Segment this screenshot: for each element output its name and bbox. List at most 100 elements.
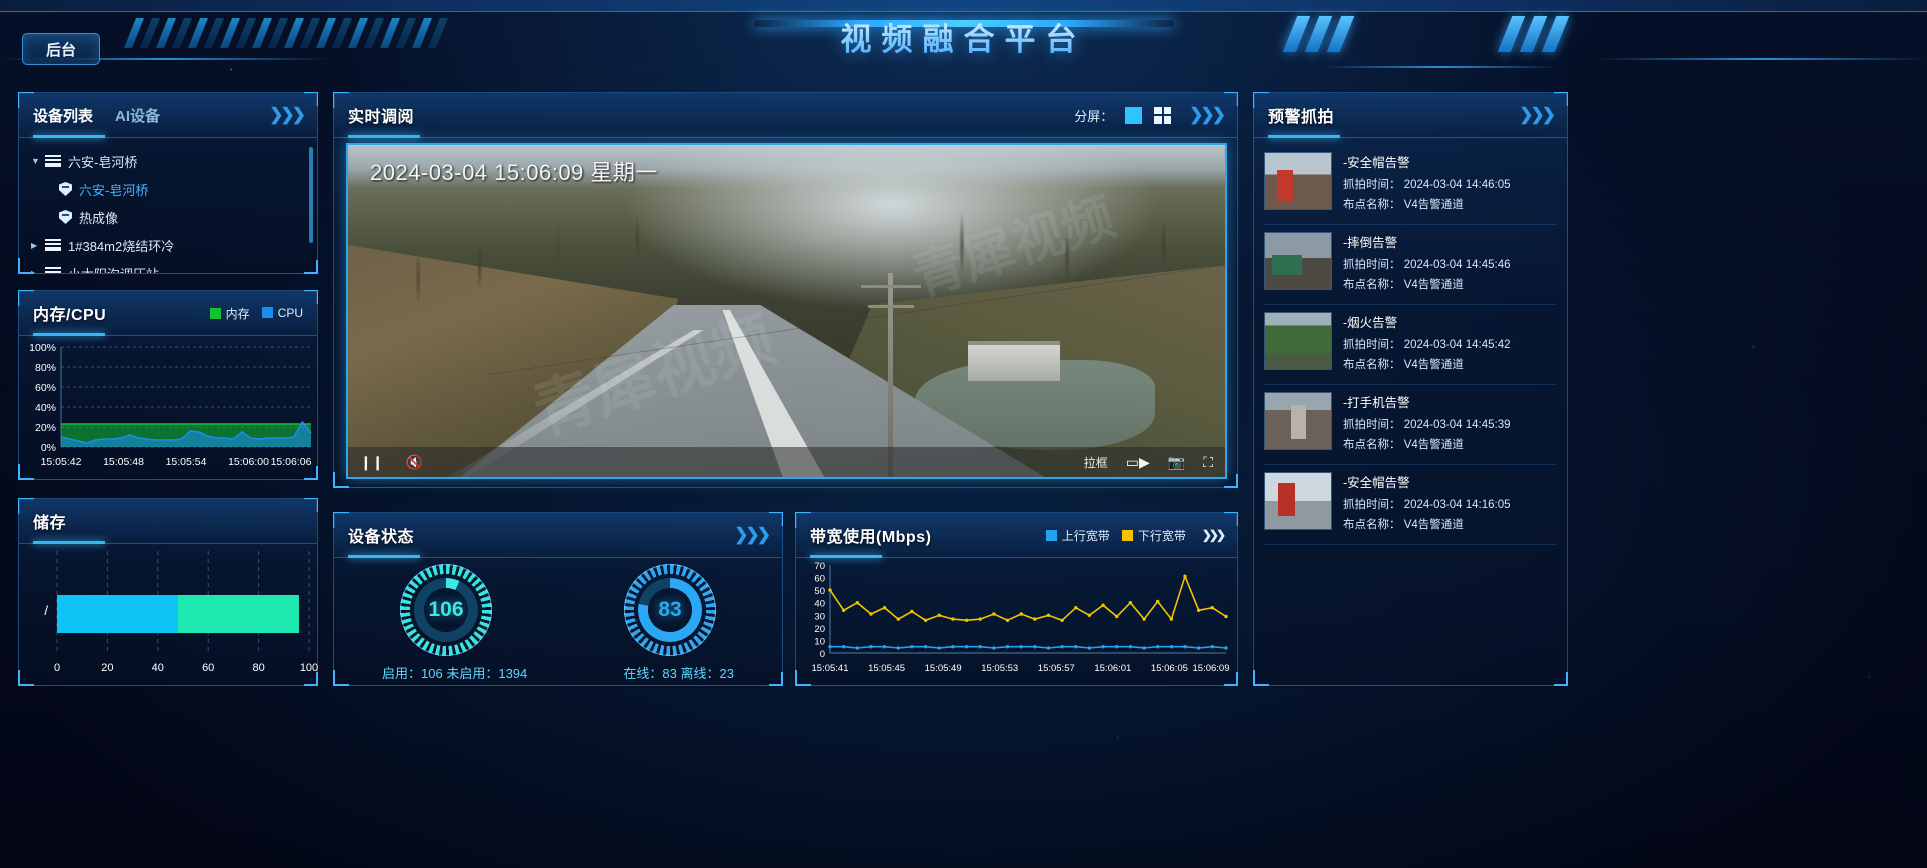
- alert-text-block: -打手机告警 抓拍时间： 2024-03-04 14:45:39 布点名称： V4告…: [1343, 392, 1557, 456]
- device-list-panel: 设备列表 AI设备 ❯❯❯ 六安-皂河桥 六安-皂河桥 热成像 1#384m2烧…: [18, 92, 318, 274]
- tree-node-label: 六安-皂河桥: [68, 154, 138, 170]
- device-status-more-icon[interactable]: ❯❯❯: [734, 525, 771, 545]
- tab-ai-device[interactable]: AI设备: [115, 105, 160, 126]
- svg-text:15:05:54: 15:05:54: [166, 456, 207, 468]
- svg-text:20: 20: [101, 662, 113, 674]
- tree-node-label: 热成像: [79, 210, 119, 226]
- video-player[interactable]: 2024-03-04 15:06:09 星期一 青犀视频 青犀视频 ❙❙ 🔇 拉…: [346, 143, 1227, 479]
- app-header: 视频融合平台 后台: [0, 0, 1927, 78]
- tab-device-list[interactable]: 设备列表: [33, 105, 93, 126]
- svg-text:80: 80: [252, 662, 264, 674]
- alert-point: 布点名称： V4告警通道: [1343, 439, 1464, 451]
- alert-list-item[interactable]: -摔倒告警 抓拍时间： 2024-03-04 14:45:46 布点名称： V4告警…: [1264, 225, 1557, 305]
- video-trees: [348, 145, 1225, 477]
- alert-list-item[interactable]: -安全帽告警 抓拍时间： 2024-03-04 14:46:05 布点名称： V4告…: [1264, 145, 1557, 225]
- alert-capture-more-icon[interactable]: ❯❯❯: [1519, 105, 1556, 125]
- svg-text:15:06:01: 15:06:01: [1094, 663, 1131, 674]
- server-icon: [45, 239, 61, 251]
- svg-text:0: 0: [54, 662, 60, 674]
- device-status-title: 设备状态: [348, 529, 415, 546]
- alert-list-item[interactable]: -安全帽告警 抓拍时间： 2024-03-04 14:16:05 布点名称： V4告…: [1264, 465, 1557, 545]
- bandwidth-more-icon[interactable]: ❯❯❯: [1202, 528, 1226, 542]
- bandwidth-legend: 上行宽带 下行宽带 ❯❯❯: [1045, 527, 1226, 544]
- thumb-fall-image: [1265, 233, 1331, 289]
- split-1-button[interactable]: [1125, 106, 1143, 124]
- alert-title: -烟火告警: [1343, 316, 1398, 330]
- tree-node-group[interactable]: 小太阳沟调压站: [31, 259, 309, 273]
- svg-text:15:06:06: 15:06:06: [271, 456, 312, 468]
- memory-cpu-panel: 内存/CPU 内存 CPU 100% 80% 60% 40% 20% 0% 15:05:42…: [18, 290, 318, 480]
- enabled-gauge-value: 106: [428, 598, 464, 621]
- legend-swatch-upload: [1045, 529, 1057, 541]
- alert-time: 抓拍时间： 2024-03-04 14:45:46: [1343, 259, 1511, 271]
- svg-text:15:05:49: 15:05:49: [925, 663, 962, 674]
- live-view-header: 实时调阅 分屏： ❯❯❯: [334, 93, 1237, 138]
- camera-icon[interactable]: 📷: [1168, 454, 1185, 471]
- memory-cpu-svg: 100% 80% 60% 40% 20% 0% 15:05:42 15:05:48 15:05:…: [29, 342, 312, 468]
- device-list-more-icon[interactable]: ❯❯❯: [269, 105, 306, 125]
- online-gauge: 83: [619, 559, 721, 661]
- storage-title: 储存: [33, 515, 67, 532]
- storage-svg: 0 20 40 60 80 100 /: [44, 551, 318, 674]
- backstage-button[interactable]: 后台: [22, 33, 100, 65]
- tree-node-camera-selected[interactable]: 六安-皂河桥: [31, 175, 309, 203]
- caret-collapsed-icon[interactable]: [31, 268, 45, 273]
- alert-list-item[interactable]: -烟火告警 抓拍时间： 2024-03-04 14:45:42 布点名称： V4告警…: [1264, 305, 1557, 385]
- alert-list[interactable]: -安全帽告警 抓拍时间： 2024-03-04 14:46:05 布点名称： V4告…: [1254, 137, 1567, 685]
- pause-icon[interactable]: ❙❙: [360, 454, 383, 471]
- bandwidth-svg: 70 6050 4030 2010 0 15:05:41 15:05:45 15:05:49 1…: [812, 561, 1230, 674]
- storage-chart: 0 20 40 60 80 100 /: [19, 543, 318, 685]
- shield-icon: [59, 182, 72, 196]
- record-icon[interactable]: ▭▶: [1126, 454, 1150, 471]
- alert-time: 抓拍时间： 2024-03-04 14:16:05: [1343, 499, 1511, 511]
- zoom-box-label[interactable]: 拉框: [1084, 454, 1108, 471]
- live-view-more-icon[interactable]: ❯❯❯: [1189, 105, 1226, 125]
- svg-text:15:06:09: 15:06:09: [1193, 663, 1230, 674]
- svg-text:0: 0: [820, 649, 825, 660]
- svg-text:60: 60: [202, 662, 214, 674]
- caret-expanded-icon[interactable]: [31, 156, 45, 166]
- legend-download: 下行宽带: [1121, 527, 1186, 544]
- header-slant-group-left: [123, 18, 449, 48]
- server-icon: [45, 155, 61, 167]
- memory-cpu-title: 内存/CPU: [33, 307, 107, 324]
- gauge-row: 106 83: [334, 557, 782, 663]
- header-rule-right: [1597, 58, 1927, 60]
- header-bars-right: [1282, 16, 1355, 52]
- alert-point: 布点名称： V4告警通道: [1343, 519, 1464, 531]
- svg-text:15:05:53: 15:05:53: [981, 663, 1018, 674]
- svg-text:15:05:45: 15:05:45: [868, 663, 905, 674]
- svg-text:40%: 40%: [35, 402, 56, 414]
- device-tree-scrollbar[interactable]: [309, 147, 313, 243]
- svg-text:15:06:00: 15:06:00: [228, 456, 269, 468]
- storage-panel: 储存 0 20 40 60 80 100 /: [18, 498, 318, 686]
- svg-text:15:06:05: 15:06:05: [1151, 663, 1188, 674]
- caret-collapsed-icon[interactable]: [31, 240, 45, 250]
- split-4-button[interactable]: [1154, 106, 1172, 124]
- alert-text-block: -安全帽告警 抓拍时间： 2024-03-04 14:16:05 布点名称： V4告…: [1343, 472, 1557, 536]
- alert-thumbnail[interactable]: [1264, 152, 1332, 210]
- enabled-gauge-footer: 启用：106 未启用：1394: [382, 666, 528, 681]
- alert-title: -摔倒告警: [1343, 236, 1398, 250]
- alert-thumbnail[interactable]: [1264, 392, 1332, 450]
- svg-text:60: 60: [814, 574, 825, 585]
- storage-header: 储存: [19, 499, 317, 544]
- tree-node-label: 六安-皂河桥: [79, 182, 149, 198]
- alert-thumbnail[interactable]: [1264, 312, 1332, 370]
- tree-node-group[interactable]: 六安-皂河桥: [31, 147, 309, 175]
- svg-text:15:05:48: 15:05:48: [103, 456, 144, 468]
- alert-list-item[interactable]: -打手机告警 抓拍时间： 2024-03-04 14:45:39 布点名称： V4告…: [1264, 385, 1557, 465]
- memory-cpu-legend: 内存 CPU: [209, 305, 303, 322]
- speaker-muted-icon[interactable]: 🔇: [405, 454, 422, 471]
- page-title: 视频融合平台: [841, 14, 1087, 59]
- thumb-helmet-image: [1265, 153, 1331, 209]
- alert-thumbnail[interactable]: [1264, 232, 1332, 290]
- tree-node-group[interactable]: 1#384m2烧结环冷: [31, 231, 309, 259]
- svg-text:80%: 80%: [35, 362, 56, 374]
- alert-thumbnail[interactable]: [1264, 472, 1332, 530]
- svg-text:60%: 60%: [35, 382, 56, 394]
- tree-node-camera[interactable]: 热成像: [31, 203, 309, 231]
- thumb-phone-image: [1265, 393, 1331, 449]
- fullscreen-icon[interactable]: ⛶: [1203, 454, 1213, 471]
- thumb-fire-image: [1265, 313, 1331, 369]
